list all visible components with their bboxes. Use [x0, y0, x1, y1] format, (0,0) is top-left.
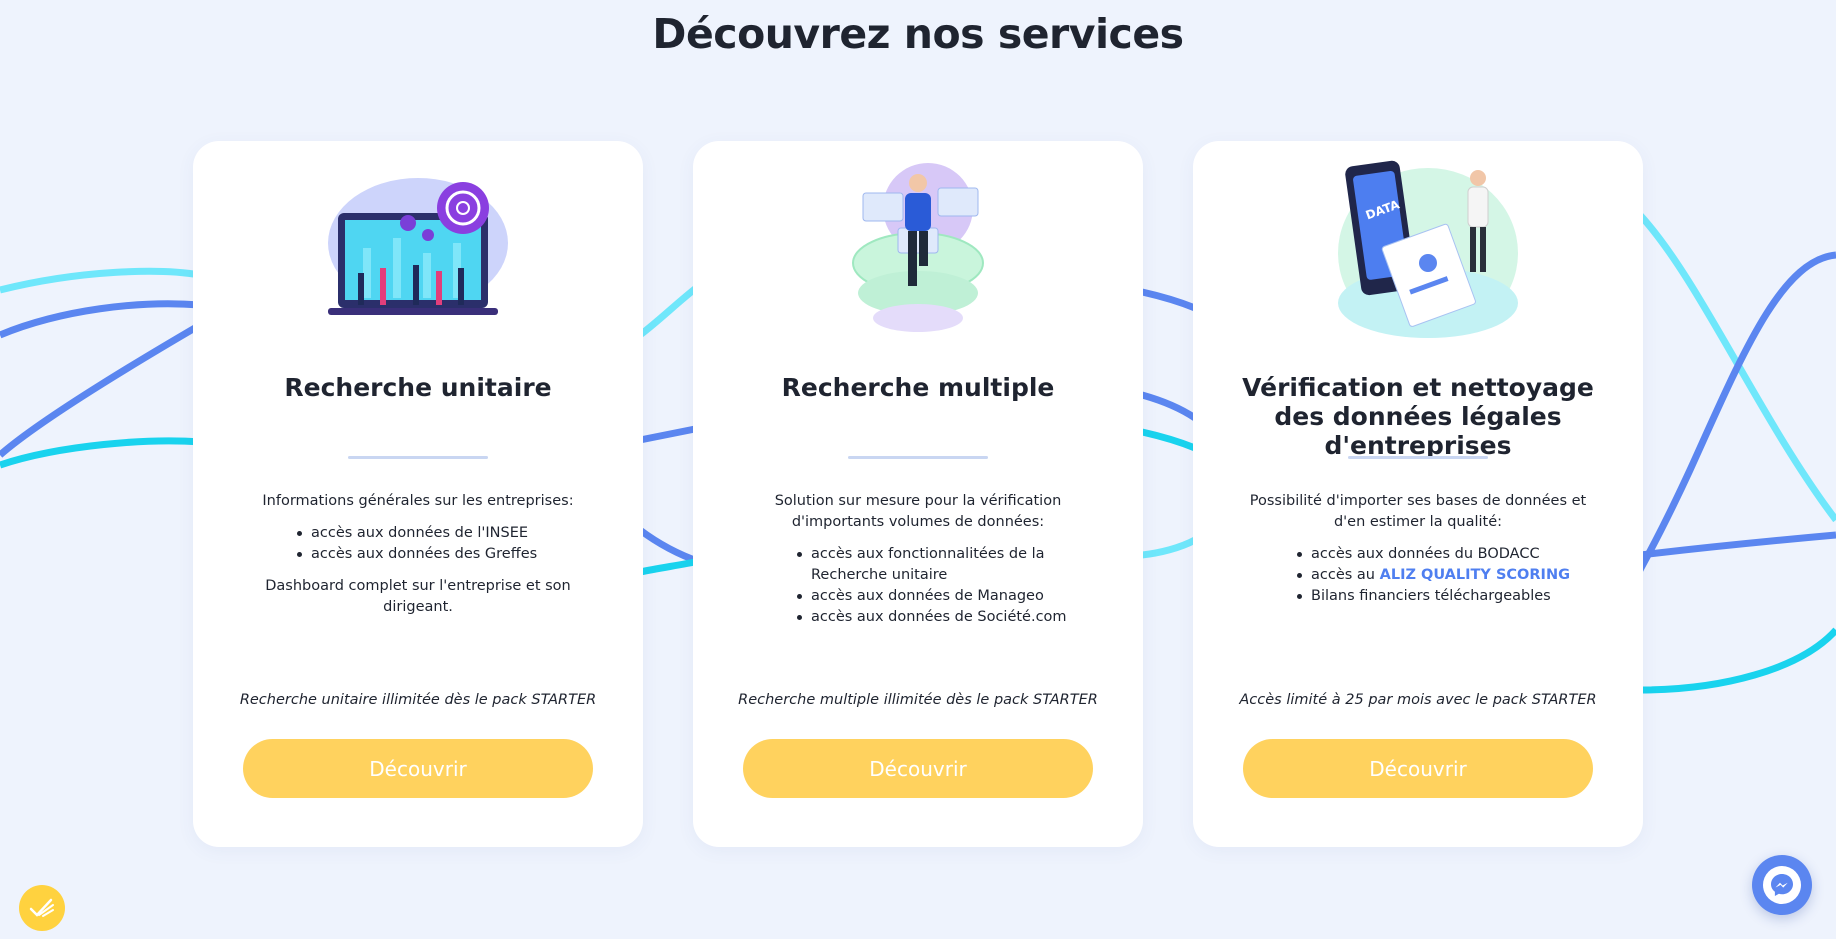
feedback-widget-button[interactable]: [19, 885, 65, 931]
list-item: accès aux données de l'INSEE: [295, 523, 603, 544]
feature-list: accès aux données du BODACC accès au ALI…: [1295, 544, 1603, 607]
data-analyst-illustration: [852, 163, 984, 332]
card-intro: Possibilité d'importer ses bases de donn…: [1249, 493, 1587, 530]
card-description: Possibilité d'importer ses bases de donn…: [1233, 491, 1603, 618]
analytics-team-illustration: [328, 178, 508, 315]
card-title: Vérification et nettoyage des données lé…: [1242, 373, 1594, 460]
card-description: Informations générales sur les entrepris…: [233, 491, 603, 618]
card-divider: [848, 456, 988, 459]
card-divider: [348, 456, 488, 459]
service-card-multiple: Recherche multiple Solution sur mesure p…: [693, 141, 1143, 847]
service-card-unitaire: Recherche unitaire Informations générale…: [193, 141, 643, 847]
feature-list: accès aux fonctionnalitées de la Recherc…: [795, 544, 1103, 628]
card-title: Recherche unitaire: [284, 373, 552, 402]
list-item: accès aux données des Greffes: [295, 544, 603, 565]
services-cards: Recherche unitaire Informations générale…: [0, 0, 1836, 939]
data-phone-illustration: DATA: [1338, 160, 1518, 338]
pack-note: Accès limité à 25 par mois avec le pack …: [1239, 692, 1597, 708]
discover-button[interactable]: Découvrir: [1243, 739, 1593, 798]
card-outro: Dashboard complet sur l'entreprise et so…: [265, 578, 571, 615]
discover-button[interactable]: Découvrir: [743, 739, 1093, 798]
messenger-chat-button[interactable]: [1752, 855, 1812, 915]
list-item: accès aux fonctionnalitées de la Recherc…: [795, 544, 1103, 586]
service-card-verification: DATA Vérification et nettoyage des donné…: [1193, 141, 1643, 847]
card-intro: Solution sur mesure pour la vérification…: [774, 493, 1062, 530]
list-item-text: accès au: [1311, 567, 1380, 583]
list-item: accès aux données du BODACC: [1295, 544, 1603, 565]
aliz-quality-scoring-link[interactable]: ALIZ QUALITY SCORING: [1380, 567, 1570, 583]
discover-button[interactable]: Découvrir: [243, 739, 593, 798]
list-item: Bilans financiers téléchargeables: [1295, 586, 1603, 607]
list-item: accès aux données de Manageo: [795, 586, 1103, 607]
card-title: Recherche multiple: [781, 373, 1055, 402]
card-description: Solution sur mesure pour la vérification…: [733, 491, 1103, 639]
feature-list: accès aux données de l'INSEE accès aux d…: [295, 523, 603, 565]
list-item: accès au ALIZ QUALITY SCORING: [1295, 565, 1603, 586]
feedback-icon: [29, 898, 54, 917]
card-divider: [1348, 456, 1488, 459]
messenger-icon: [1763, 866, 1801, 904]
list-item: accès aux données de Société.com: [795, 607, 1103, 628]
pack-note: Recherche multiple illimitée dès le pack…: [738, 692, 1098, 708]
card-intro: Informations générales sur les entrepris…: [262, 493, 574, 509]
pack-note: Recherche unitaire illimitée dès le pack…: [239, 692, 597, 708]
